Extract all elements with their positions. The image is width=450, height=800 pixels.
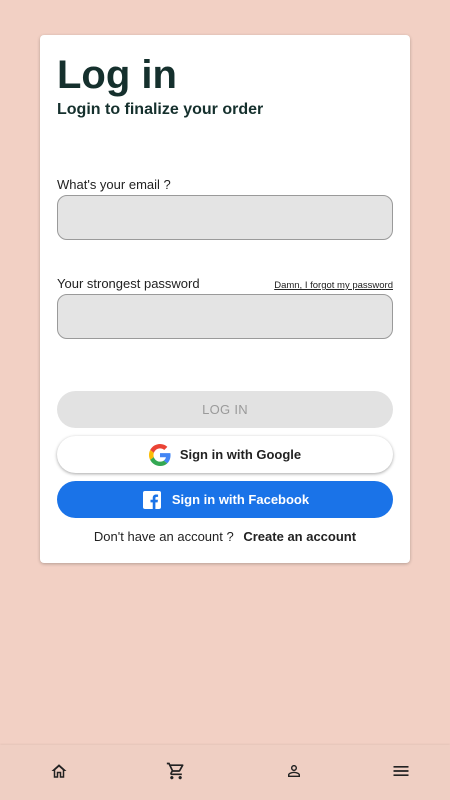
nav-cart-button[interactable] [164,761,188,785]
page-title: Log in [57,53,177,97]
nav-account-button[interactable] [282,761,306,785]
email-field[interactable] [57,195,393,240]
account-icon [285,762,303,785]
home-icon [50,762,68,785]
nav-home-button[interactable] [47,761,71,785]
signup-row: Don't have an account ? Create an accoun… [40,529,410,545]
email-label: What's your email ? [57,177,171,192]
google-icon [148,443,171,466]
menu-icon [391,761,411,786]
google-button-label: Sign in with Google [179,447,302,462]
password-field[interactable] [57,294,393,339]
password-label: Your strongest password [57,276,200,291]
login-button[interactable]: LOG IN [57,391,393,428]
facebook-sign-in-button[interactable]: Sign in with Facebook [57,481,393,518]
login-button-label: LOG IN [202,402,248,417]
login-card: Log in Login to finalize your order What… [40,35,410,563]
forgot-password-link[interactable]: Damn, I forgot my password [274,280,393,292]
bottom-navigation [0,745,450,800]
facebook-button-label: Sign in with Facebook [171,492,310,507]
google-sign-in-button[interactable]: Sign in with Google [57,436,393,473]
facebook-icon [141,489,163,511]
no-account-text: Don't have an account ? [93,529,234,544]
nav-menu-button[interactable] [389,761,413,785]
cart-icon [166,761,186,786]
page-subtitle: Login to finalize your order [57,101,264,118]
create-account-link[interactable]: Create an account [243,529,356,544]
